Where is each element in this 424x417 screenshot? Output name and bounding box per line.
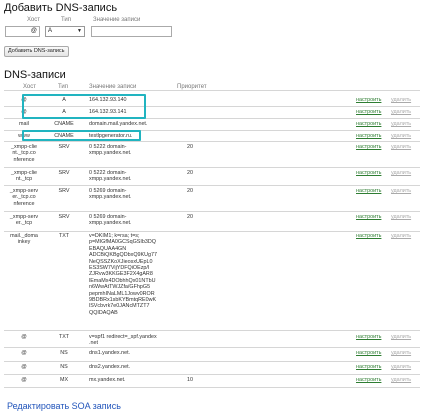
edit-record-link[interactable]: настроить	[356, 334, 381, 340]
record-priority: 20	[187, 214, 193, 220]
edit-record-link[interactable]: настроить	[356, 188, 381, 194]
record-value: v=spf1 redirect=_spf.yandex .net	[89, 334, 157, 347]
edit-record-link[interactable]: настроить	[356, 144, 381, 150]
delete-record-link[interactable]: удалить	[391, 334, 411, 340]
record-priority: 20	[187, 188, 193, 194]
row-divider	[4, 347, 420, 348]
record-host: @	[21, 377, 27, 383]
row-divider	[4, 231, 420, 232]
edit-record-link[interactable]: настроить	[356, 121, 381, 127]
record-type: TXT	[58, 233, 70, 239]
record-value: mx.yandex.net.	[89, 377, 126, 383]
highlight-www-record	[22, 130, 141, 141]
delete-record-link[interactable]: удалить	[391, 350, 411, 356]
record-host: mail._doma inkey	[10, 233, 38, 246]
record-value: 0 5269 domain- xmpp.yandex.net.	[89, 214, 132, 227]
type-select-value: A	[48, 28, 53, 34]
add-record-button[interactable]: Добавить DNS-запись	[4, 46, 69, 57]
type-select[interactable]: A ▼	[45, 26, 85, 37]
record-value: domain.mail.yandex.net.	[89, 121, 148, 127]
record-type: TXT	[58, 334, 70, 340]
delete-record-link[interactable]: удалить	[391, 144, 411, 150]
highlight-a-records	[22, 94, 146, 119]
row-divider	[4, 211, 420, 212]
record-host: _xmpp-clie nt._tcp	[10, 170, 38, 183]
edit-record-link[interactable]: настроить	[356, 214, 381, 220]
record-host: _xmpp-clie nt._tcp.co nference	[10, 144, 38, 163]
record-type: CNAME	[54, 121, 74, 127]
row-divider	[4, 330, 420, 331]
value-input[interactable]	[91, 26, 172, 37]
delete-record-link[interactable]: удалить	[391, 121, 411, 127]
delete-record-link[interactable]: удалить	[391, 109, 411, 115]
record-type: SRV	[58, 144, 70, 150]
value-label: Значение записи	[93, 17, 141, 23]
record-priority: 20	[187, 144, 193, 150]
host-input[interactable]: @	[5, 26, 40, 37]
record-value: 0 5222 domain- xmpp.yandex.net.	[89, 144, 132, 157]
records-title: DNS-записи	[4, 69, 66, 81]
edit-record-link[interactable]: настроить	[356, 97, 381, 103]
delete-record-link[interactable]: удалить	[391, 377, 411, 383]
record-type: NS	[60, 364, 68, 370]
add-record-title: Добавить DNS-запись	[4, 2, 118, 14]
record-type: SRV	[58, 188, 70, 194]
record-host: _xmpp-serv er._tcp.co nference	[9, 188, 39, 207]
edit-record-link[interactable]: настроить	[356, 133, 381, 139]
edit-record-link[interactable]: настроить	[356, 350, 381, 356]
record-host: @	[21, 334, 27, 340]
record-value: v=DKIM1; k=rsa; t=s; p=MIGfMA0GCSqGSIb3D…	[89, 233, 158, 316]
row-divider	[4, 387, 420, 388]
edit-record-link[interactable]: настроить	[356, 170, 381, 176]
delete-record-link[interactable]: удалить	[391, 233, 411, 239]
header-divider	[4, 90, 420, 91]
record-type: SRV	[58, 214, 70, 220]
delete-record-link[interactable]: удалить	[391, 214, 411, 220]
record-type: NS	[60, 350, 68, 356]
record-type: SRV	[58, 170, 70, 176]
row-divider	[4, 167, 420, 168]
record-host: _xmpp-serv er._tcp	[9, 214, 39, 227]
delete-record-link[interactable]: удалить	[391, 170, 411, 176]
record-priority: 10	[187, 377, 193, 383]
edit-record-link[interactable]: настроить	[356, 109, 381, 115]
record-priority: 20	[187, 170, 193, 176]
record-value: 0 5269 domain- xmpp.yandex.net.	[89, 188, 132, 201]
record-value: 0 5222 domain- xmpp.yandex.net.	[89, 170, 132, 183]
edit-soa-link[interactable]: Редактировать SOA запись	[7, 401, 121, 411]
record-value: dns1.yandex.net.	[89, 350, 131, 356]
edit-record-link[interactable]: настроить	[356, 377, 381, 383]
chevron-down-icon: ▼	[77, 28, 82, 34]
record-value: dns2.yandex.net.	[89, 364, 131, 370]
type-label: Тип	[61, 17, 72, 23]
row-divider	[4, 374, 420, 375]
record-host: mail	[19, 121, 29, 127]
row-divider	[4, 361, 420, 362]
edit-record-link[interactable]: настроить	[356, 233, 381, 239]
row-divider	[4, 141, 420, 142]
edit-record-link[interactable]: настроить	[356, 364, 381, 370]
delete-record-link[interactable]: удалить	[391, 188, 411, 194]
host-label: Хост	[27, 17, 41, 23]
delete-record-link[interactable]: удалить	[391, 364, 411, 370]
delete-record-link[interactable]: удалить	[391, 97, 411, 103]
record-host: @	[21, 350, 27, 356]
delete-record-link[interactable]: удалить	[391, 133, 411, 139]
row-divider	[4, 185, 420, 186]
record-host: @	[21, 364, 27, 370]
record-type: MX	[59, 377, 69, 383]
